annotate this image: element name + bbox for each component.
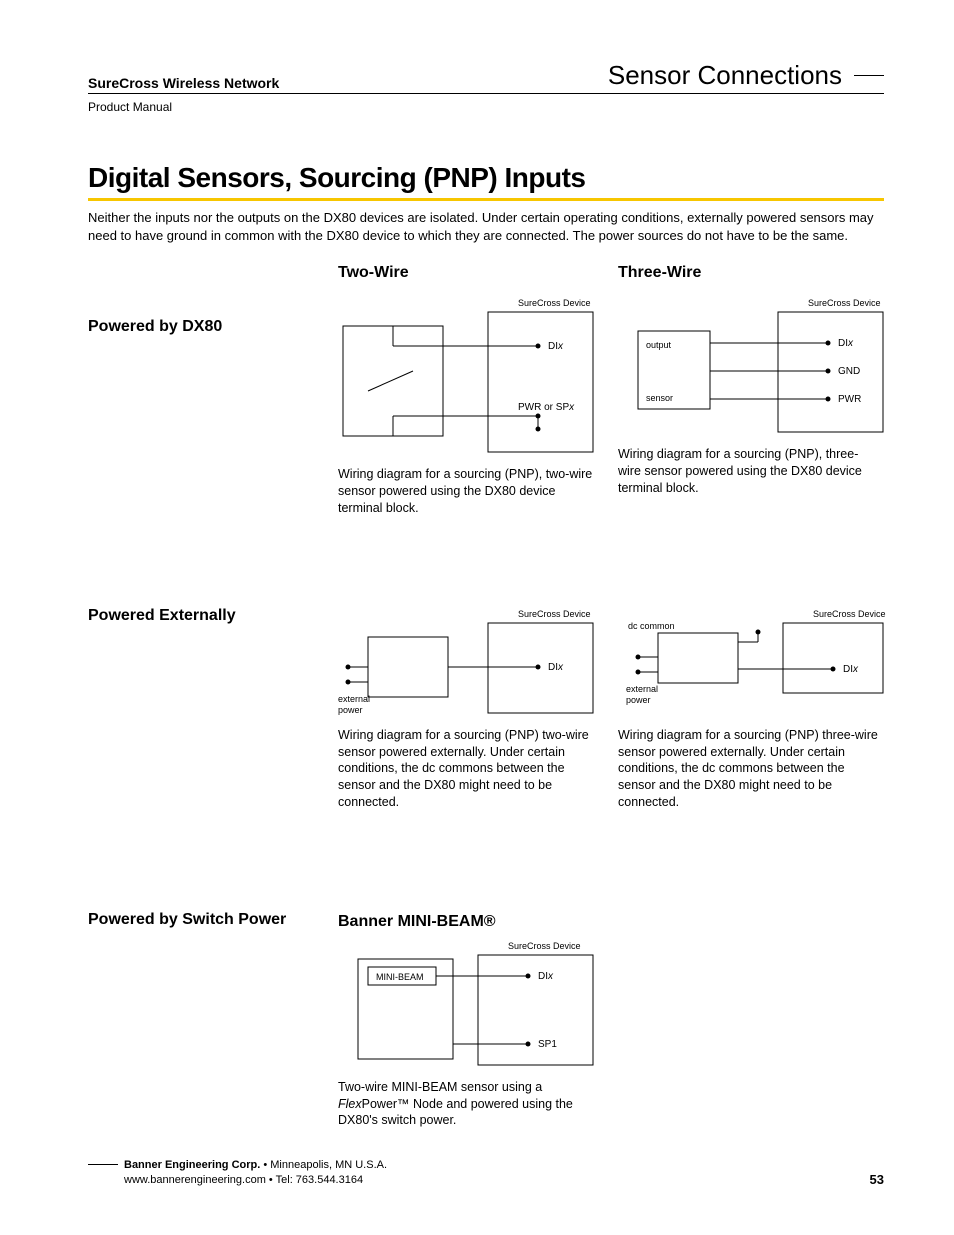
diagram-two-wire-dx80: SureCross Device DIx PWR or SPx	[338, 296, 598, 456]
title-underline	[88, 198, 884, 201]
svg-text:GND: GND	[838, 366, 860, 377]
header-rule	[854, 75, 884, 76]
svg-text:external: external	[338, 694, 370, 704]
svg-text:SureCross Device: SureCross Device	[518, 298, 591, 308]
footer-location: • Minneapolis, MN U.S.A.	[260, 1159, 387, 1171]
col-header-three-wire: Three-Wire	[618, 264, 898, 282]
svg-text:SureCross Device: SureCross Device	[508, 941, 581, 951]
minibeam-header: Banner MINI-BEAM®	[338, 911, 600, 933]
row-header-dx80: Powered by DX80	[88, 318, 338, 517]
intro-text: Neither the inputs nor the outputs on th…	[88, 209, 884, 244]
svg-text:power: power	[338, 705, 363, 715]
svg-text:SureCross Device: SureCross Device	[813, 609, 886, 619]
page-title: Digital Sensors, Sourcing (PNP) Inputs	[88, 162, 884, 194]
product-manual-label: Product Manual	[88, 100, 884, 114]
svg-text:external: external	[626, 684, 658, 694]
svg-text:DIx: DIx	[538, 971, 554, 982]
page-number: 53	[870, 1172, 884, 1187]
svg-text:sensor: sensor	[646, 393, 673, 403]
svg-text:SP1: SP1	[538, 1039, 557, 1050]
diagram-three-wire-dx80: SureCross Device output sensor DIx GND P…	[618, 296, 888, 436]
diagram-two-wire-external: SureCross Device DIx external power	[338, 607, 598, 717]
svg-text:MINI-BEAM: MINI-BEAM	[376, 972, 424, 982]
svg-text:DIx: DIx	[843, 664, 859, 675]
svg-text:power: power	[626, 695, 651, 705]
network-title: SureCross Wireless Network	[88, 75, 279, 91]
col-header-two-wire: Two-Wire	[338, 264, 618, 282]
footer-company: Banner Engineering Corp.	[124, 1159, 260, 1171]
svg-text:DIx: DIx	[548, 341, 564, 352]
svg-text:DIx: DIx	[838, 338, 854, 349]
svg-text:dc common: dc common	[628, 621, 675, 631]
row-header-external: Powered Externally	[88, 607, 338, 811]
caption-d: Wiring diagram for a sourcing (PNP) thre…	[618, 727, 880, 811]
caption-b: Wiring diagram for a sourcing (PNP), thr…	[618, 446, 880, 497]
caption-c: Wiring diagram for a sourcing (PNP) two-…	[338, 727, 600, 811]
diagram-three-wire-external: SureCross Device dc common DIx external …	[618, 607, 888, 717]
diagram-minibeam: SureCross Device MINI-BEAM DIx SP1	[338, 939, 598, 1069]
svg-text:PWR: PWR	[838, 394, 861, 405]
caption-a: Wiring diagram for a sourcing (PNP), two…	[338, 466, 600, 517]
svg-text:SureCross Device: SureCross Device	[808, 298, 881, 308]
page-header: SureCross Wireless Network Sensor Connec…	[88, 60, 884, 114]
svg-text:DIx: DIx	[548, 662, 564, 673]
svg-text:PWR or SPx: PWR or SPx	[518, 402, 575, 413]
page-footer: Banner Engineering Corp. • Minneapolis, …	[88, 1156, 884, 1187]
caption-e: Two-wire MINI-BEAM sensor using a FlexPo…	[338, 1079, 600, 1130]
svg-text:output: output	[646, 340, 672, 350]
row-header-switch-power: Powered by Switch Power	[88, 911, 338, 1129]
footer-contact: www.bannerengineering.com • Tel: 763.544…	[124, 1173, 387, 1187]
section-title: Sensor Connections	[608, 60, 842, 91]
svg-text:SureCross Device: SureCross Device	[518, 609, 591, 619]
